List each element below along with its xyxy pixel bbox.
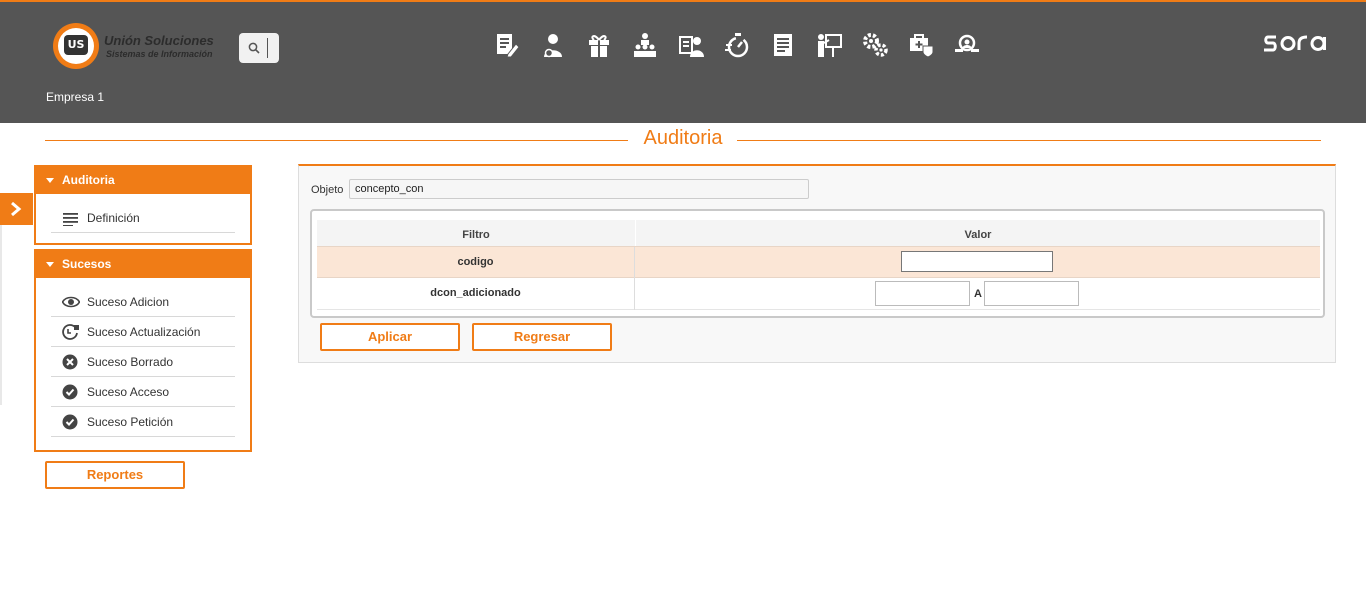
sidebar-item-label: Suceso Borrado	[87, 355, 174, 369]
check-circle-icon	[62, 414, 78, 430]
top-header: US Unión Soluciones Sistemas de Informac…	[0, 0, 1366, 123]
history-edit-icon	[62, 324, 79, 340]
sidebar-item-suceso-actualizacion[interactable]: Suceso Actualización	[51, 317, 235, 347]
sidebar-item-suceso-borrado[interactable]: Suceso Borrado	[51, 347, 235, 377]
sidebar-item-suceso-acceso[interactable]: Suceso Acceso	[51, 377, 235, 407]
panel-sucesos: Sucesos Suceso Adicion Suceso Actualizac…	[34, 249, 252, 452]
search-icon	[248, 42, 260, 54]
chevron-right-icon	[11, 201, 22, 217]
table-row[interactable]: dcon_adicionado A	[317, 278, 1320, 310]
object-field[interactable]: concepto_con	[349, 179, 809, 199]
check-circle-icon	[62, 384, 78, 400]
user-settings-icon[interactable]	[540, 32, 566, 58]
range-separator-label: A	[974, 288, 982, 300]
title-divider-right	[737, 140, 1321, 141]
sidebar-item-label: Suceso Petición	[87, 415, 174, 429]
table-row[interactable]: codigo	[317, 246, 1320, 279]
sidebar-item-suceso-peticion[interactable]: Suceso Petición	[51, 407, 235, 437]
caret-down-icon	[46, 262, 54, 267]
audit-magnifier-icon[interactable]	[954, 32, 980, 58]
object-label: Objeto	[311, 184, 344, 196]
panel-title: Auditoria	[62, 173, 115, 187]
delete-circle-icon	[62, 354, 78, 370]
sidebar-item-definicion[interactable]: Definición	[51, 203, 235, 233]
date-from-input[interactable]	[875, 281, 970, 306]
eye-icon	[62, 296, 80, 308]
id-badge-user-icon[interactable]	[678, 32, 704, 58]
sidebar-item-label: Suceso Acceso	[87, 385, 170, 399]
apply-button[interactable]: Aplicar	[320, 323, 460, 351]
gift-icon[interactable]	[586, 32, 612, 58]
panel-header-sucesos[interactable]: Sucesos	[36, 251, 250, 278]
sidebar-item-label: Suceso Actualización	[87, 325, 201, 339]
logo-brand-name: Unión Soluciones	[104, 33, 214, 48]
column-header-filtro: Filtro	[317, 220, 635, 246]
column-header-valor: Valor	[636, 220, 1320, 246]
page-title-bar: Auditoria	[45, 127, 1321, 153]
timer-icon[interactable]	[724, 32, 750, 58]
back-button[interactable]: Regresar	[472, 323, 612, 351]
list-icon	[63, 213, 78, 226]
search-button[interactable]	[239, 33, 279, 63]
gears-icon[interactable]	[862, 32, 888, 58]
company-name[interactable]: Empresa 1	[46, 90, 104, 104]
filter-name: dcon_adicionado	[317, 278, 635, 310]
sidebar-item-suceso-adicion[interactable]: Suceso Adicion	[51, 287, 235, 317]
company-logo[interactable]: US Unión Soluciones Sistemas de Informac…	[53, 23, 223, 69]
team-hierarchy-icon[interactable]	[632, 32, 658, 58]
logo-badge: US	[64, 35, 88, 55]
document-edit-icon[interactable]	[494, 32, 520, 58]
panel-header-auditoria[interactable]: Auditoria	[36, 167, 250, 194]
filter-form: Objeto concepto_con Filtro Valor codigo …	[298, 164, 1336, 363]
presentation-icon[interactable]	[816, 32, 842, 58]
medical-briefcase-icon[interactable]	[908, 32, 934, 58]
caret-down-icon	[46, 178, 54, 183]
sora-product-logo	[1264, 35, 1326, 52]
sidebar-toggle-button[interactable]	[0, 193, 33, 225]
sidebar-item-label: Suceso Adicion	[87, 295, 170, 309]
reports-button[interactable]: Reportes	[45, 461, 185, 489]
sidebar-item-label: Definición	[87, 211, 140, 225]
date-to-input[interactable]	[984, 281, 1079, 306]
report-document-icon[interactable]	[770, 32, 796, 58]
codigo-value-input[interactable]	[901, 251, 1053, 272]
filter-name: codigo	[317, 247, 635, 279]
logo-subtitle: Sistemas de Información	[106, 49, 213, 59]
panel-title: Sucesos	[62, 257, 112, 271]
panel-auditoria: Auditoria Definición	[34, 165, 252, 245]
sidebar-edge	[0, 225, 2, 405]
filter-grid: Filtro Valor codigo dcon_adicionado A	[310, 209, 1325, 318]
logo-mark: US	[53, 23, 99, 69]
page-title: Auditoria	[643, 127, 723, 149]
